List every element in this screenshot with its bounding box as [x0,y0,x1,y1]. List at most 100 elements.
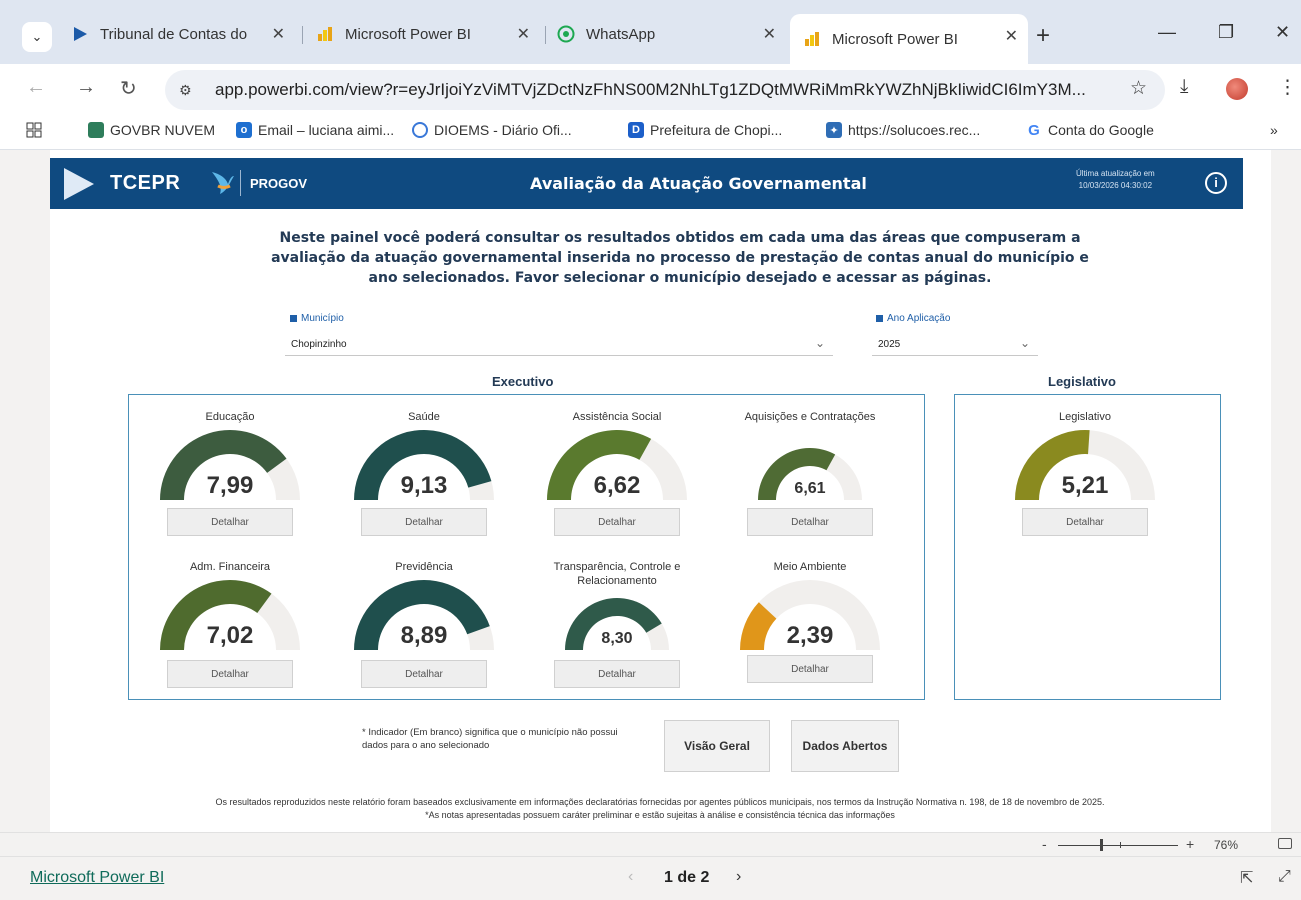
back-button[interactable]: ← [26,76,46,99]
minimize-button[interactable]: — [1158,22,1176,43]
new-tab-button[interactable]: + [1036,22,1050,50]
detalhar-button[interactable]: Detalhar [554,660,680,688]
blank-indicator-note: * Indicador (Em branco) significa que o … [362,727,618,751]
zoom-in-button[interactable]: + [1186,836,1194,852]
close-icon[interactable]: ✕ [272,24,285,44]
bookmark-label: Conta do Google [1048,122,1154,138]
brand-name: TCEPR [110,172,181,194]
window-close-button[interactable]: ✕ [1275,22,1290,43]
ano-value: 2025 [878,339,901,350]
last-update-label: Última atualização em [1076,169,1155,178]
footer-line-2: *As notas apresentadas possuem caráter p… [425,810,895,820]
footer-line-1: Os resultados reproduzidos neste relatór… [215,797,1105,807]
profile-avatar[interactable] [1226,78,1248,100]
footer-disclaimer: Os resultados reproduzidos neste relatór… [60,796,1260,822]
more-bookmarks-icon[interactable]: » [1270,122,1278,138]
tab-separator [302,26,303,44]
visao-geral-button[interactable]: Visão Geral [664,720,770,772]
close-icon[interactable]: ✕ [517,24,530,44]
share-icon[interactable]: ⇱ [1240,868,1253,888]
report-margin-left [0,150,50,832]
detalhar-button[interactable]: Detalhar [167,660,293,688]
bookmark-solucoes[interactable]: ✦ https://solucoes.rec... [826,122,980,138]
dados-abertos-button[interactable]: Dados Abertos [791,720,899,772]
gauge-value: 7,02 [206,622,254,649]
bookmark-label: Prefeitura de Chopi... [650,122,783,138]
gauge-value: 6,62 [593,472,641,499]
close-icon[interactable]: ✕ [763,24,776,44]
browser-toolbar: ← → ↻ ⚙ app.powerbi.com/view?r=eyJrIjoiY… [0,64,1301,114]
report-header: TCEPR PROGOV Avaliação da Atuação Govern… [50,158,1243,209]
detalhar-button[interactable]: Detalhar [747,508,873,536]
url-text[interactable]: app.powerbi.com/view?r=eyJrIjoiYzViMTVjZ… [215,80,1135,100]
bird-logo-icon [208,168,236,205]
gauge-title: Saúde [408,411,440,423]
ano-slicer-label: Ano Aplicação [876,313,950,324]
tab-powerbi-1[interactable]: Microsoft Power BI ✕ [315,14,540,54]
bookmark-dioems[interactable]: DIOEMS - Diário Ofi... [412,122,572,138]
tab-title: Microsoft Power BI [832,30,958,48]
bookmark-label: https://solucoes.rec... [848,122,981,138]
detalhar-button[interactable]: Detalhar [747,655,873,683]
powerbi-icon [802,29,822,49]
fit-to-page-icon[interactable] [1278,838,1292,849]
address-bar[interactable]: ⚙ app.powerbi.com/view?r=eyJrIjoiYzViMTV… [165,70,1165,110]
tcepr-logo-icon [64,168,94,200]
prev-page-icon[interactable]: ‹ [628,868,633,886]
report-margin-right [1271,150,1301,832]
apps-grid-icon[interactable] [26,122,42,138]
executivo-title: Executivo [492,374,554,389]
tab-search-button[interactable]: ⌄ [22,22,52,52]
detalhar-button[interactable]: Detalhar [554,508,680,536]
powerbi-link[interactable]: Microsoft Power BI [30,869,164,887]
site-info-icon[interactable]: ⚙ [179,82,199,99]
close-icon[interactable]: ✕ [1005,26,1018,46]
restore-button[interactable]: ❐ [1218,22,1234,43]
chevron-down-icon: ⌄ [814,336,825,350]
detalhar-button[interactable]: Detalhar [1022,508,1148,536]
tab-title: Tribunal de Contas do [100,25,248,43]
bookmark-prefeitura[interactable]: D Prefeitura de Chopi... [628,122,782,138]
report-title: Avaliação da Atuação Governamental [530,174,867,193]
info-icon[interactable]: i [1205,172,1227,194]
download-icon[interactable]: ⤓ [1180,76,1188,98]
powerbi-bottom-bar: Microsoft Power BI ‹ 1 de 2 › ⇱ ⤢ [0,856,1301,900]
tab-tribunal[interactable]: Tribunal de Contas do ✕ [70,14,295,54]
reload-button[interactable]: ↻ [120,76,137,101]
gauge-value: 2,39 [786,622,834,649]
bookmark-label: DIOEMS - Diário Ofi... [434,122,572,138]
gauge-title: Legislativo [1059,411,1111,423]
tab-powerbi-active[interactable]: Microsoft Power BI ✕ [790,14,1028,64]
tab-whatsapp[interactable]: WhatsApp ✕ [556,14,786,54]
logo-divider [240,170,241,196]
detalhar-button[interactable]: Detalhar [361,660,487,688]
google-icon: G [1026,122,1042,139]
bookmark-email[interactable]: o Email – luciana aimi... [236,122,394,138]
ano-dropdown[interactable]: 2025 ⌄ [872,334,1038,356]
forward-button[interactable]: → [76,76,96,99]
progov-logo-text: PROGOV [250,176,308,191]
gauge-title: Aquisições e Contratações [744,411,876,423]
bookmark-google[interactable]: G Conta do Google [1026,122,1154,139]
tce-icon [70,24,90,44]
zoom-bar: - + 76% [0,832,1301,856]
menu-kebab-icon[interactable]: ⋮ [1278,76,1297,99]
bookmark-label: GOVBR NUVEM [110,122,216,138]
powerbi-icon [315,24,335,44]
zoom-slider-thumb[interactable] [1100,839,1103,851]
next-page-icon[interactable]: › [736,868,741,886]
bookmark-govbr[interactable]: GOVBR NUVEM [88,122,215,138]
page-indicator: 1 de 2 [664,869,710,886]
detalhar-button[interactable]: Detalhar [361,508,487,536]
tab-title: Microsoft Power BI [345,25,471,43]
zoom-slider-track[interactable] [1058,845,1178,846]
bookmark-star-icon[interactable]: ☆ [1130,77,1147,100]
outlook-icon: o [236,122,252,138]
zoom-percent: 76% [1214,838,1239,852]
zoom-out-button[interactable]: - [1042,836,1047,852]
fullscreen-icon[interactable]: ⤢ [1278,868,1291,886]
last-update: Última atualização em 10/03/2026 04:30:0… [1076,168,1155,192]
municipio-dropdown[interactable]: Chopinzinho ⌄ [285,334,833,356]
municipio-value: Chopinzinho [291,339,347,350]
detalhar-button[interactable]: Detalhar [167,508,293,536]
